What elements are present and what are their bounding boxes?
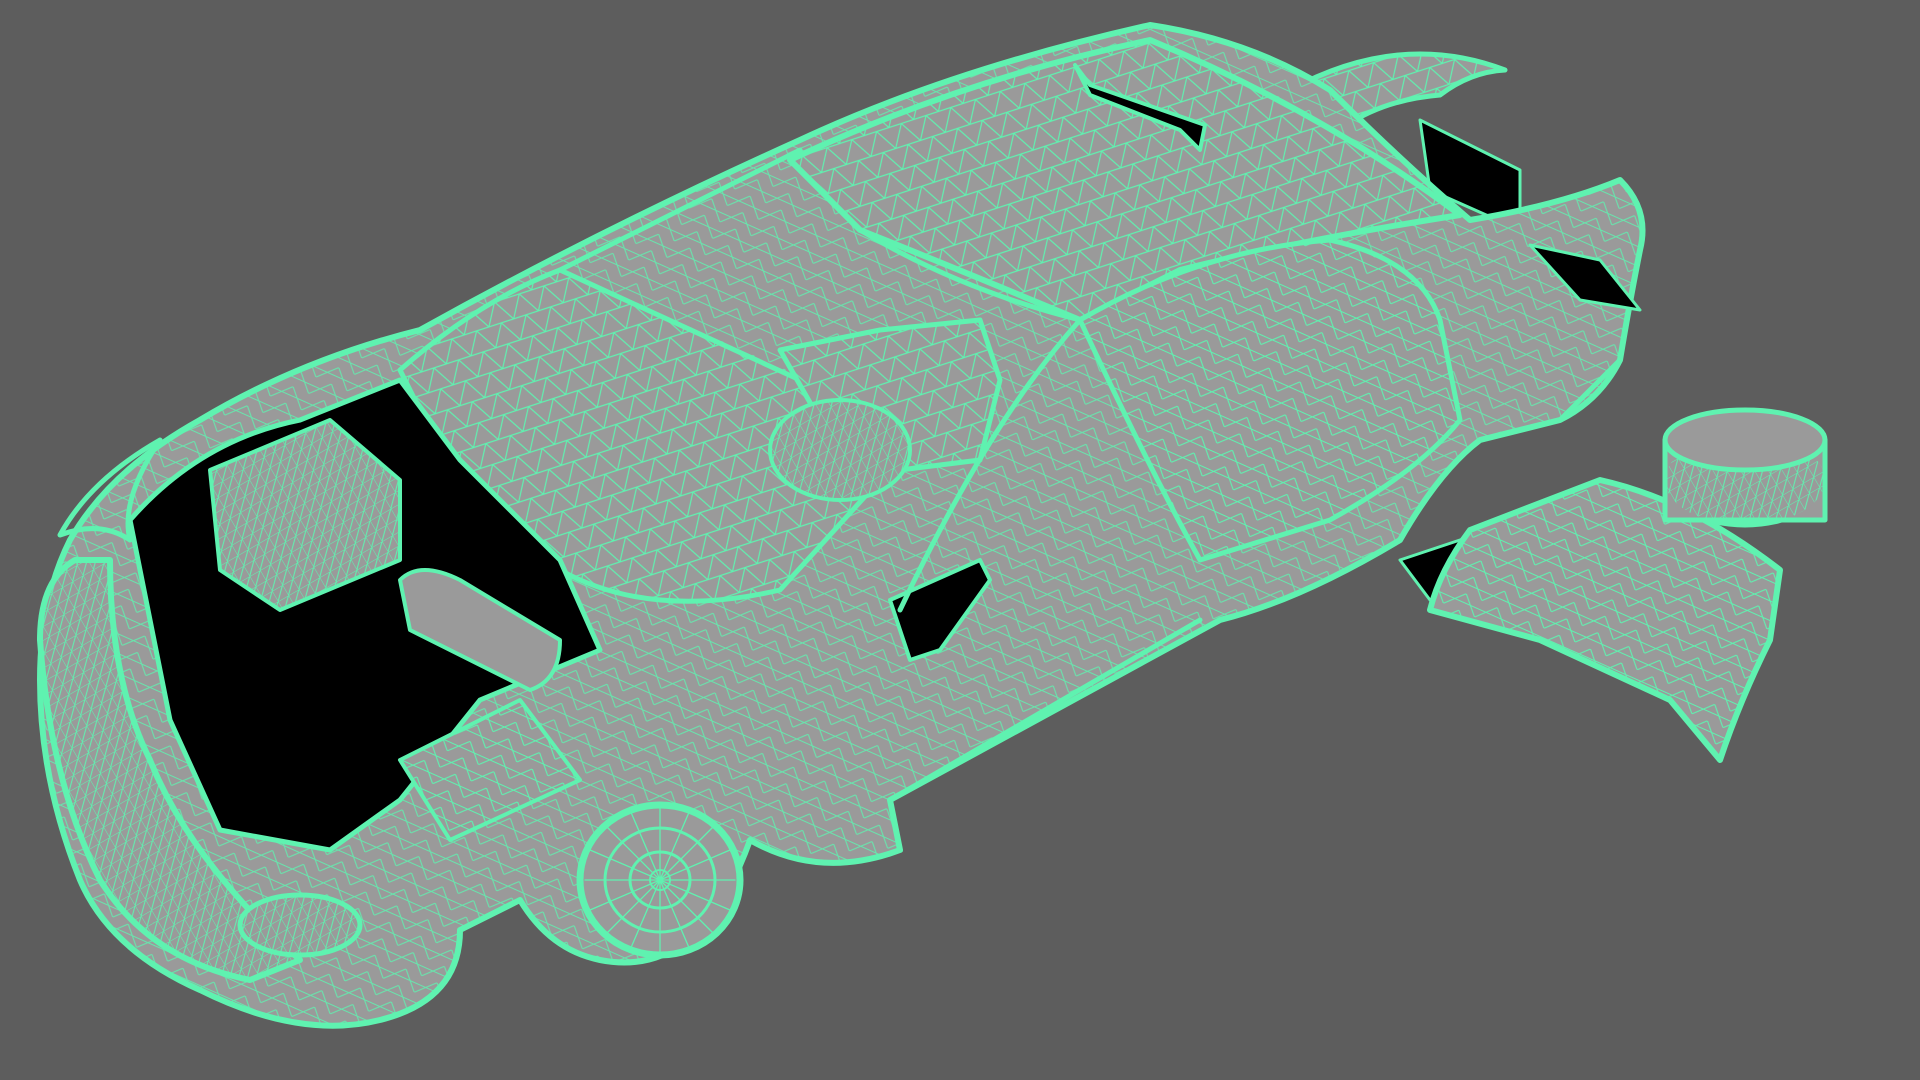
steering-wheel xyxy=(768,398,912,502)
car-wireframe-model[interactable] xyxy=(0,0,1920,1080)
3d-viewport[interactable] xyxy=(0,0,1920,1080)
front-wheel xyxy=(576,801,744,959)
rear-wheel xyxy=(1662,407,1828,528)
headlight xyxy=(237,892,363,958)
